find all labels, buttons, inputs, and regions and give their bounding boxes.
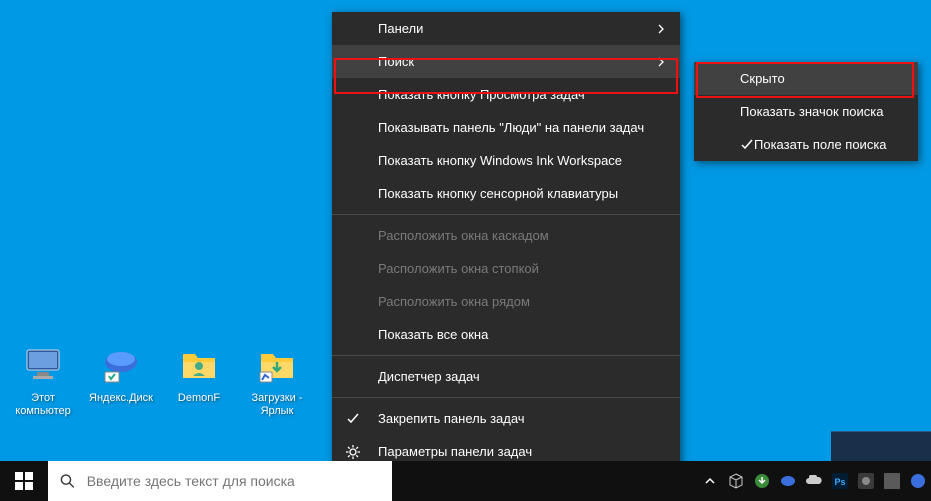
check-icon	[346, 412, 360, 426]
windows-icon	[15, 472, 33, 490]
tray-app-icon-3[interactable]	[905, 461, 931, 501]
submenu-item[interactable]: Показать поле поиска	[694, 128, 918, 161]
window-peek	[831, 431, 931, 461]
desktop-icon-label: DemonF	[164, 392, 234, 405]
desktop-icon-demonf[interactable]: DemonF	[164, 340, 234, 418]
submenu-item-label: Скрыто	[740, 71, 785, 86]
menu-item-label: Расположить окна каскадом	[378, 228, 549, 243]
search-icon	[60, 473, 75, 489]
menu-item-label: Панели	[378, 21, 423, 36]
folder-user-icon	[175, 340, 223, 388]
chevron-right-icon	[656, 24, 666, 34]
start-button[interactable]	[0, 461, 48, 501]
taskbar-spacer	[392, 461, 697, 501]
svg-text:Ps: Ps	[834, 477, 845, 487]
menu-item-label: Показать кнопку Просмотра задач	[378, 87, 585, 102]
context-menu-item[interactable]: Показать кнопку Windows Ink Workspace	[332, 144, 680, 177]
context-menu-item[interactable]: Показать кнопку сенсорной клавиатуры	[332, 177, 680, 210]
tray-cube-icon[interactable]	[723, 461, 749, 501]
taskbar: Ps	[0, 461, 931, 501]
menu-item-label: Расположить окна стопкой	[378, 261, 539, 276]
context-menu-item: Расположить окна каскадом	[332, 219, 680, 252]
menu-item-label: Показать кнопку Windows Ink Workspace	[378, 153, 622, 168]
taskbar-context-menu: Панели Поиск Показать кнопку Просмотра зад…	[332, 12, 680, 468]
context-menu-item[interactable]: Показать все окна	[332, 318, 680, 351]
monitor-icon	[19, 340, 67, 388]
context-menu-item[interactable]: Показать кнопку Просмотра задач	[332, 78, 680, 111]
context-menu-item[interactable]: Поиск	[332, 45, 680, 78]
disk-icon	[97, 340, 145, 388]
menu-item-label: Показать кнопку сенсорной клавиатуры	[378, 186, 618, 201]
desktop-icon-label: Этот компьютер	[8, 392, 78, 418]
context-menu-item[interactable]: Закрепить панель задач	[332, 402, 680, 435]
menu-item-label: Диспетчер задач	[378, 369, 480, 384]
submenu-item-label: Показать поле поиска	[754, 137, 887, 152]
context-menu-item[interactable]: Панели	[332, 12, 680, 45]
gear-icon	[346, 445, 360, 459]
submenu-item[interactable]: Скрыто	[694, 62, 918, 95]
context-menu-item[interactable]: Показывать панель "Люди" на панели задач	[332, 111, 680, 144]
tray-yandex-icon[interactable]	[775, 461, 801, 501]
taskbar-search-box[interactable]	[48, 461, 392, 501]
menu-separator	[332, 355, 680, 356]
tray-photoshop-icon[interactable]: Ps	[827, 461, 853, 501]
tray-torrent-icon[interactable]	[749, 461, 775, 501]
menu-item-label: Показывать панель "Люди" на панели задач	[378, 120, 644, 135]
menu-item-label: Закрепить панель задач	[378, 411, 525, 426]
menu-separator	[332, 214, 680, 215]
menu-item-label: Параметры панели задач	[378, 444, 532, 459]
tray-app-icon-2[interactable]	[879, 461, 905, 501]
context-menu-item: Расположить окна стопкой	[332, 252, 680, 285]
chevron-right-icon	[656, 57, 666, 67]
tray-chevron-up-icon[interactable]	[697, 461, 723, 501]
menu-item-label: Расположить окна рядом	[378, 294, 530, 309]
desktop-icon-label: Загрузки - Ярлык	[242, 392, 312, 418]
tray-onedrive-icon[interactable]	[801, 461, 827, 501]
search-submenu: Скрыто Показать значок поиска Показать пол…	[694, 62, 918, 161]
menu-separator	[332, 397, 680, 398]
system-tray: Ps	[697, 461, 931, 501]
desktop-icon-downloads-shortcut[interactable]: Загрузки - Ярлык	[242, 340, 312, 418]
tray-app-icon-1[interactable]	[853, 461, 879, 501]
menu-item-label: Поиск	[378, 54, 414, 69]
submenu-item-label: Показать значок поиска	[740, 104, 884, 119]
folder-download-icon	[253, 340, 301, 388]
submenu-item[interactable]: Показать значок поиска	[694, 95, 918, 128]
desktop-icon-this-pc[interactable]: Этот компьютер	[8, 340, 78, 418]
context-menu-item: Расположить окна рядом	[332, 285, 680, 318]
desktop-icon-yandex-disk[interactable]: Яндекс.Диск	[86, 340, 156, 418]
check-icon	[740, 138, 754, 152]
desktop-icon-label: Яндекс.Диск	[86, 392, 156, 405]
context-menu-item[interactable]: Диспетчер задач	[332, 360, 680, 393]
search-input[interactable]	[87, 473, 392, 489]
desktop-icons: Этот компьютер Яндекс.Диск DemonF Загруз…	[8, 340, 312, 418]
menu-item-label: Показать все окна	[378, 327, 488, 342]
